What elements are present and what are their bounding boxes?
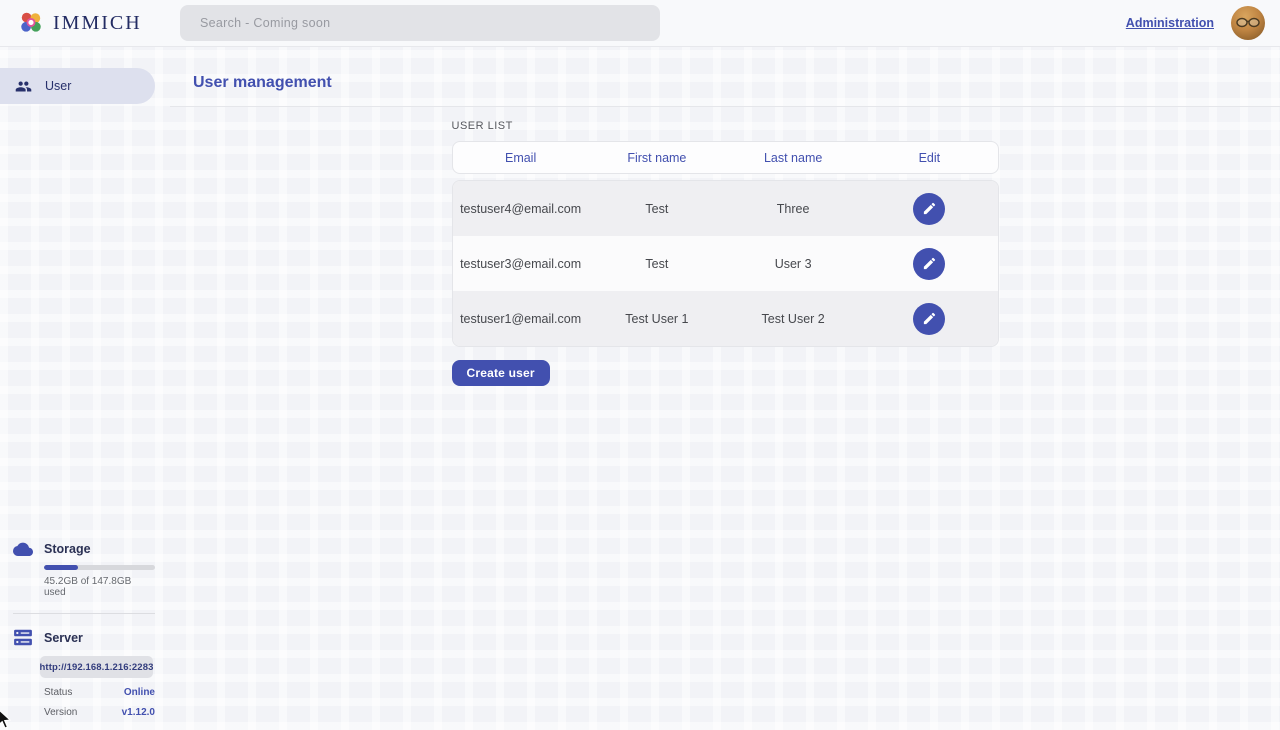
column-header-email: Email bbox=[453, 151, 589, 165]
server-version-row: Version v1.12.0 bbox=[44, 707, 155, 718]
user-avatar[interactable] bbox=[1231, 6, 1265, 40]
header-right-group: Administration bbox=[1126, 6, 1280, 40]
cell-email: testuser3@email.com bbox=[453, 257, 589, 271]
glasses-icon bbox=[1235, 17, 1261, 28]
cell-first-name: Test bbox=[589, 257, 725, 271]
sidebar-status-panel: Storage 45.2GB of 147.8GB used bbox=[0, 541, 170, 730]
page-title: User management bbox=[193, 74, 1280, 92]
user-list-label: USER LIST bbox=[452, 120, 999, 132]
title-divider bbox=[170, 106, 1280, 107]
column-header-last-name: Last name bbox=[725, 151, 861, 165]
users-icon bbox=[15, 78, 32, 95]
user-table-body: testuser4@email.com Test Three bbox=[452, 180, 999, 347]
pencil-icon bbox=[922, 311, 937, 326]
column-header-edit: Edit bbox=[861, 151, 997, 165]
cloud-icon bbox=[13, 541, 33, 556]
status-label: Status bbox=[44, 687, 72, 698]
cell-last-name: Three bbox=[725, 202, 861, 216]
sidebar-item-label: User bbox=[45, 79, 71, 93]
admin-sidebar: User Storage 45.2GB of 147.8GB used bbox=[0, 47, 170, 730]
server-section-header: Server bbox=[13, 629, 155, 646]
table-row: testuser4@email.com Test Three bbox=[453, 181, 998, 236]
administration-link[interactable]: Administration bbox=[1126, 16, 1214, 30]
immich-logo[interactable]: IMMICH bbox=[0, 10, 180, 36]
cell-last-name: Test User 2 bbox=[725, 312, 861, 326]
main-content: User management USER LIST Email First na… bbox=[170, 47, 1280, 730]
cell-first-name: Test User 1 bbox=[589, 312, 725, 326]
storage-progress-bar bbox=[44, 565, 155, 570]
version-label: Version bbox=[44, 707, 77, 718]
edit-user-button[interactable] bbox=[913, 303, 945, 335]
storage-progress-fill bbox=[44, 565, 78, 570]
version-value: v1.12.0 bbox=[122, 707, 155, 718]
table-header-row: Email First name Last name Edit bbox=[452, 141, 999, 174]
mouse-cursor-icon bbox=[0, 709, 13, 730]
storage-usage-text: 45.2GB of 147.8GB used bbox=[44, 576, 155, 598]
immich-flower-icon bbox=[18, 10, 44, 36]
pencil-icon bbox=[922, 256, 937, 271]
storage-title: Storage bbox=[44, 542, 91, 556]
table-row: testuser1@email.com Test User 1 Test Use… bbox=[453, 291, 998, 346]
server-icon bbox=[13, 629, 33, 646]
server-status-row: Status Online bbox=[44, 687, 155, 698]
top-header: IMMICH Administration bbox=[0, 0, 1280, 47]
cell-last-name: User 3 bbox=[725, 257, 861, 271]
status-value: Online bbox=[124, 687, 155, 698]
user-list-section: USER LIST Email First name Last name Edi… bbox=[452, 120, 999, 386]
table-row: testuser3@email.com Test User 3 bbox=[453, 236, 998, 291]
create-user-button[interactable]: Create user bbox=[452, 360, 550, 386]
sidebar-item-user[interactable]: User bbox=[0, 68, 155, 104]
cell-email: testuser4@email.com bbox=[453, 202, 589, 216]
edit-user-button[interactable] bbox=[913, 193, 945, 225]
cell-first-name: Test bbox=[589, 202, 725, 216]
immich-app: IMMICH Administration bbox=[0, 0, 1280, 730]
edit-user-button[interactable] bbox=[913, 248, 945, 280]
app-name: IMMICH bbox=[53, 12, 142, 35]
storage-section-header: Storage bbox=[13, 541, 155, 556]
sidebar-divider bbox=[13, 613, 155, 614]
search-input[interactable] bbox=[180, 5, 660, 41]
cell-email: testuser1@email.com bbox=[453, 312, 589, 326]
body-row: User Storage 45.2GB of 147.8GB used bbox=[0, 47, 1280, 730]
column-header-first-name: First name bbox=[589, 151, 725, 165]
server-url-chip: http://192.168.1.216:2283 bbox=[40, 656, 153, 678]
server-title: Server bbox=[44, 631, 83, 645]
pencil-icon bbox=[922, 201, 937, 216]
